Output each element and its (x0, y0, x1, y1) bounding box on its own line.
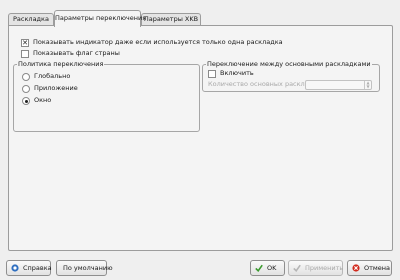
checkmark-icon: ✕ (22, 39, 28, 47)
enable-switching-label: Включить (220, 69, 254, 77)
main-layouts-switching-title: Переключение между основными раскладками (206, 60, 372, 68)
help-button-label: Справка (23, 264, 52, 272)
radio-global-label: Глобально (34, 72, 71, 80)
radio-application-label: Приложение (34, 84, 78, 92)
enable-switching-checkbox[interactable] (208, 70, 216, 78)
radio-window-label: Окно (34, 96, 52, 104)
ok-button-label: OK (267, 264, 277, 272)
check-icon (255, 264, 263, 272)
help-button[interactable]: Справка (6, 260, 52, 276)
show-indicator-label: Показывать индикатор даже если используе… (33, 38, 283, 46)
radio-global[interactable] (22, 73, 30, 81)
cancel-icon (352, 264, 360, 272)
layout-count-spinbox[interactable]: ▲ ▼ (305, 80, 372, 90)
tab-switching-options[interactable]: Параметры переключения (54, 10, 146, 27)
apply-check-icon (293, 264, 301, 272)
show-indicator-checkbox[interactable]: ✕ (21, 39, 29, 47)
tab-layout-label: Раскладка (13, 15, 49, 23)
radio-window[interactable] (22, 97, 30, 105)
radio-selected-dot (24, 99, 28, 103)
apply-button[interactable]: Применить (288, 260, 343, 276)
show-flag-checkbox[interactable] (21, 50, 29, 58)
defaults-button[interactable]: По умолчанию (56, 260, 113, 276)
cancel-button[interactable]: Отмена (347, 260, 392, 276)
show-flag-label: Показывать флаг страны (33, 49, 120, 57)
ok-button[interactable]: OK (250, 260, 285, 276)
help-icon (11, 264, 19, 272)
spin-arrows-icon[interactable]: ▲ ▼ (364, 81, 371, 89)
tab-xkb-options-label: Параметры XKB (143, 15, 199, 23)
settings-panel: ✕ Показывать индикатор даже если использ… (8, 25, 393, 251)
cancel-button-label: Отмена (364, 264, 391, 272)
defaults-button-label: По умолчанию (63, 264, 113, 272)
radio-application[interactable] (22, 85, 30, 93)
apply-button-label: Применить (305, 264, 344, 272)
tab-switching-options-label: Параметры переключения (55, 14, 147, 22)
switching-policy-title: Политика переключения (17, 60, 105, 68)
